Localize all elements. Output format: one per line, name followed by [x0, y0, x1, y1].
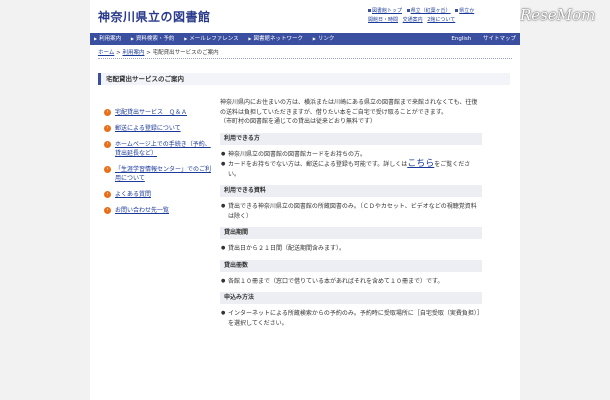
triangle-right-icon: ▶ [248, 36, 252, 41]
main-content: 神奈川県内にお住まいの方は、横浜または川崎にある県立の図書館まで来館されなくても… [220, 98, 482, 334]
list-item: ● 神奈川県立の図書館の図書館カードをお持ちの方。 [221, 150, 367, 158]
triangle-right-icon: ▶ [312, 36, 316, 41]
site-title[interactable]: 神奈川県立の図書館 [98, 8, 211, 25]
triangle-right-icon: ▶ [94, 36, 98, 41]
triangle-right-icon: ▶ [184, 36, 188, 41]
bullet-dot-icon: ● [221, 277, 226, 284]
resemom-watermark: ReseMom [520, 6, 596, 24]
section-heading: 貸出期間 [220, 227, 482, 239]
breadcrumb-separator: > [144, 50, 153, 56]
section-users: 利用できる方 ● 神奈川県立の図書館の図書館カードをお持ちの方。 ● カードをお持ち… [220, 132, 482, 180]
utility-link-hours[interactable]: 開館日・時間 [368, 17, 398, 23]
sidebar-item-qa[interactable]: › 宅配貸出サービス Ｑ＆Ａ [104, 108, 214, 117]
page-title: 宅配貸出サービスのご案内 [98, 73, 510, 85]
breadcrumb-current: 宅配貸出サービスのご案内 [152, 50, 219, 56]
utility-link-kawasaki[interactable]: 県立か [455, 8, 474, 14]
registration-details-link[interactable]: こちら [407, 159, 434, 169]
section-heading: 利用できる方 [220, 132, 482, 145]
utility-link-access[interactable]: 交通案内 [403, 17, 423, 23]
breadcrumb-home[interactable]: ホーム [98, 50, 114, 56]
breadcrumb-divider [98, 58, 512, 59]
page-container: 神奈川県立の図書館 図書館トップ 県立（紅葉ヶ丘） 県立か 開館日・時間 交通案… [90, 0, 520, 400]
nav-item-mail-reference[interactable]: ▶ メールレファレンス [180, 33, 242, 45]
intro-note: （市町村の図書館を通じての貸出は従来どおり無料です） [220, 118, 377, 125]
main-nav: ▶ 利用案内 ▶ 資料検索・予約 ▶ メールレファレンス ▶ 図書館ネットワーク ▶ リン… [90, 33, 520, 45]
nav-item-guide[interactable]: ▶ 利用案内 [90, 33, 125, 45]
bullet-dot-icon: ● [221, 203, 226, 209]
section-heading: 申込み方法 [220, 292, 482, 304]
bullet-dot-icon: ● [221, 245, 226, 251]
nav-right-links: English サイトマップ [441, 33, 516, 45]
chevron-right-icon: › [104, 141, 111, 148]
bullet-dot-icon: ● [221, 310, 226, 316]
nav-item-links[interactable]: ▶ リンク [309, 33, 339, 45]
sidebar: › 宅配貸出サービス Ｑ＆Ａ › 郵送による登録について › ホームページ上での手続き… [104, 108, 214, 222]
breadcrumb-guide[interactable]: 利用案内 [122, 50, 144, 56]
bullet-dot-icon: ● [221, 150, 226, 157]
utility-link-about[interactable]: 2館について [427, 17, 455, 23]
nav-item-search[interactable]: ▶ 資料検索・予約 [127, 33, 179, 45]
list-item: ● インターネットによる所蔵検索からの予約のみ。予約時に受取場所に［自宅受取（実費… [221, 310, 480, 327]
site-header: 神奈川県立の図書館 図書館トップ 県立（紅葉ヶ丘） 県立か 開館日・時間 交通案… [90, 0, 520, 30]
square-bullet-icon [368, 9, 371, 12]
chevron-right-icon: › [104, 109, 111, 116]
utility-link-top[interactable]: 図書館トップ [368, 8, 402, 14]
utility-links: 図書館トップ 県立（紅葉ヶ丘） 県立か 開館日・時間 交通案内 2館について [368, 7, 518, 25]
section-heading: 利用できる資料 [220, 185, 482, 197]
intro-text: 神奈川県内にお住まいの方は、横浜または川崎にある県立の図書館まで来館されなくても… [220, 99, 478, 125]
bullet-dot-icon: ● [221, 161, 226, 167]
section-apply: 申込み方法 ● インターネットによる所蔵検索からの予約のみ。予約時に受取場所に［自… [220, 292, 482, 328]
triangle-right-icon: ▶ [130, 36, 134, 41]
breadcrumb: ホーム > 利用案内 > 宅配貸出サービスのご案内 [98, 48, 219, 56]
list-item: ● カードをお持ちでない方は、郵送による登録も可能です。詳しくはこちらをご覧くださ… [221, 159, 471, 178]
chevron-right-icon: › [104, 191, 111, 198]
chevron-right-icon: › [104, 207, 111, 214]
sidebar-item-contacts[interactable]: › お問い合わせ先一覧 [104, 206, 214, 215]
sidebar-item-faq[interactable]: › よくある質問 [104, 190, 214, 199]
list-item: ● 各館１０冊まで（窓口で借りている本があればそれを含めて１０冊まで）です。 [221, 277, 444, 285]
section-materials: 利用できる資料 ● 貸出できる神奈川県立の図書館の所蔵図書のみ。（ＣＤやカセット、… [220, 185, 482, 221]
sidebar-item-online-procedures[interactable]: › ホームページ上での手続き（予約、貸出延長など） [104, 140, 214, 158]
section-count: 貸出冊数 ● 各館１０冊まで（窓口で借りている本があればそれを含めて１０冊まで）で… [220, 259, 482, 287]
utility-link-momijigaoka[interactable]: 県立（紅葉ヶ丘） [406, 8, 451, 14]
list-item: ● 貸出できる神奈川県立の図書館の所蔵図書のみ。（ＣＤやカセット、ビデオなどの視聴… [221, 203, 477, 220]
section-period: 貸出期間 ● 貸出日から２１日間（配送期間含みます）。 [220, 227, 482, 254]
chevron-right-icon: › [104, 125, 111, 132]
sidebar-item-lifelong-learning[interactable]: › 「生涯学習情報センター」でのご利用について [104, 165, 214, 183]
section-heading: 貸出冊数 [220, 259, 482, 272]
square-bullet-icon [406, 9, 410, 12]
sidebar-item-mail-registration[interactable]: › 郵送による登録について [104, 124, 214, 133]
square-bullet-icon [455, 9, 459, 12]
list-item: ● 貸出日から２１日間（配送期間含みます）。 [221, 245, 346, 252]
sitemap-link[interactable]: サイトマップ [483, 36, 516, 42]
chevron-right-icon: › [104, 166, 111, 173]
nav-item-network[interactable]: ▶ 図書館ネットワーク [244, 33, 307, 45]
english-link[interactable]: English [451, 36, 471, 42]
